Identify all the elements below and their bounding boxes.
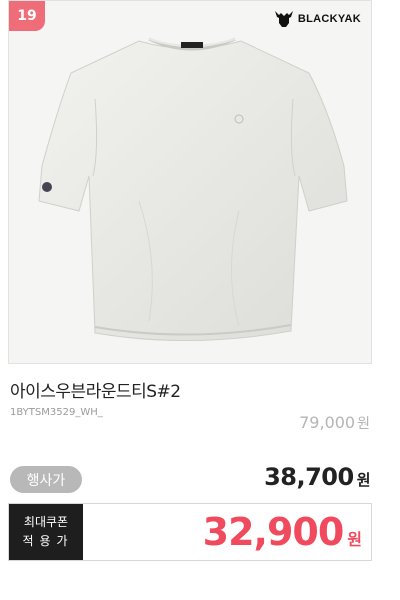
coupon-label-line2: 적용가 [22, 534, 74, 548]
event-price-currency: 원 [356, 471, 371, 489]
brand-name: BLACKYAK [297, 13, 361, 25]
coupon-label: 최대쿠폰 적용가 [9, 504, 83, 560]
product-name[interactable]: 아이스우븐라운드티S#2 [10, 377, 181, 402]
coupon-price-currency: 원 [347, 530, 362, 549]
event-price: 38,700 원 [264, 463, 370, 491]
coupon-price-box: 최대쿠폰 적용가 32,900 원 [8, 503, 372, 561]
product-image[interactable]: 19 BLACKYAK [8, 0, 372, 364]
coupon-price: 32,900 원 [202, 510, 362, 554]
event-price-value: 38,700 [264, 463, 354, 491]
rank-badge: 19 [9, 1, 45, 31]
original-price-currency: 원 [357, 416, 370, 432]
event-price-badge: 행사가 [10, 466, 82, 493]
brand-logo: BLACKYAK [273, 9, 361, 29]
product-code: 1BYTSM3529_WH_ [10, 407, 103, 418]
tshirt-image [38, 37, 348, 342]
coupon-label-line1: 최대쿠폰 [23, 515, 69, 529]
product-card[interactable]: 19 BLACKYAK 아이스우븐라운드티S#2 1BYTSM3529_WH_ … [0, 0, 400, 600]
original-price-value: 79,000 [299, 413, 356, 432]
original-price: 79,000 원 [299, 413, 370, 433]
yak-head-icon [274, 11, 293, 27]
coupon-price-value: 32,900 [202, 510, 345, 554]
